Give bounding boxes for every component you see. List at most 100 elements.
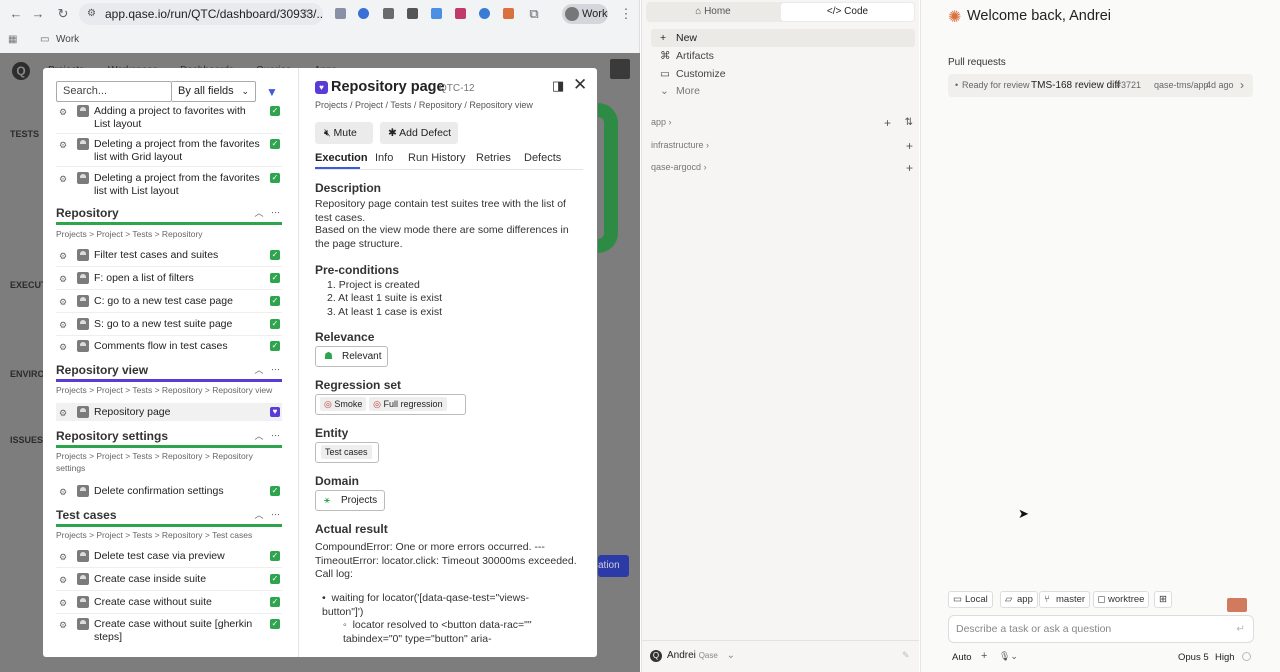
invalid-status-icon: ♥ <box>315 81 328 94</box>
extension-icon[interactable] <box>383 8 394 19</box>
microphone-icon[interactable]: 🎙︎⌄ <box>999 651 1018 662</box>
suite-header[interactable]: Repository settings ︿ ⋯ <box>56 429 282 443</box>
profile-button[interactable]: Work <box>562 4 608 24</box>
suite-header[interactable]: Repository view ︿ ⋯ <box>56 363 282 377</box>
model-selector[interactable]: Opus 5 <box>1178 652 1209 663</box>
tag-icon: ◎ <box>373 399 382 409</box>
tab-code[interactable]: </> Code <box>781 3 914 21</box>
extension-icon[interactable] <box>455 8 466 19</box>
sidebar-item-label: Artifacts <box>676 50 714 62</box>
case-title: Delete confirmation settings <box>94 485 224 497</box>
regression-chips: ◎ Smoke ◎ Full regression <box>315 394 466 415</box>
pill-label: Local <box>965 594 988 605</box>
back-icon[interactable]: ← <box>8 6 24 22</box>
extension-icon[interactable] <box>503 8 514 19</box>
mode-selector[interactable]: Auto <box>952 652 972 663</box>
tag-smoke[interactable]: ◎ Smoke <box>320 397 367 411</box>
env-folder-button[interactable]: ▱ app <box>1000 591 1038 608</box>
tab-run-history[interactable]: Run History <box>408 152 465 164</box>
avatar <box>77 138 89 150</box>
worktree-toggle[interactable]: worktree <box>1093 591 1150 608</box>
entity-chip[interactable]: Test cases <box>315 442 379 463</box>
checkbox[interactable] <box>1098 596 1105 603</box>
reload-icon[interactable]: ↻ <box>55 6 71 22</box>
apps-grid-icon[interactable]: ▦ <box>8 34 17 45</box>
extension-icon[interactable] <box>479 8 490 19</box>
list-item[interactable]: ⚙ Create case without suite [gherkin step… <box>56 618 282 644</box>
plus-icon[interactable]: + <box>884 116 891 130</box>
pull-request-row[interactable]: • Ready for review TMS-168 review diff #… <box>948 74 1253 97</box>
section-environments: ENVIRO <box>10 369 45 379</box>
search-input[interactable]: Search... <box>56 81 172 102</box>
add-folder-button[interactable]: ⊞ <box>1154 591 1172 608</box>
address-bar[interactable]: ⚙ app.qase.io/run/QTC/dashboard/30933/..… <box>79 3 323 25</box>
site-settings-icon[interactable]: ⚙ <box>87 3 96 25</box>
collapse-icon[interactable]: ︿ ⋯ <box>254 508 280 521</box>
filter-icon[interactable]: ▼ <box>266 85 278 99</box>
list-item[interactable]: ⚙ Deleting a project from the favorites l… <box>56 172 282 198</box>
list-item: 1. Project is created <box>327 279 420 291</box>
list-item-selected[interactable]: ⚙ Repository page ♥ <box>56 403 282 421</box>
avatar <box>77 618 89 630</box>
collapse-icon[interactable]: ︿ ⋯ <box>254 206 280 219</box>
mute-icon: 🔇︎ <box>324 127 331 139</box>
user-menu[interactable]: Q Andrei Qase ⌄ <box>650 648 850 664</box>
suite-progress-bar <box>56 379 282 382</box>
progress-ring <box>598 103 618 253</box>
send-icon[interactable]: ↵ <box>1236 616 1245 642</box>
chevron-right-icon: › <box>668 117 672 127</box>
sidebar-item-more[interactable]: ⌄ More <box>651 82 915 100</box>
tab-label: Code <box>844 6 869 17</box>
env-local-button[interactable]: ▭ Local <box>948 591 993 608</box>
prompt-input[interactable]: Describe a task or ask a question ↵ <box>948 615 1254 643</box>
feather-icon[interactable]: ✎ <box>902 650 910 661</box>
section-tests: TESTS <box>10 129 40 139</box>
list-item[interactable]: ⚙ Deleting a project from the favorites l… <box>56 138 282 164</box>
tab-info[interactable]: Info <box>375 152 393 164</box>
tab-home[interactable]: ⌂ Home <box>646 2 780 22</box>
tab-defects[interactable]: Defects <box>524 152 561 164</box>
suite-header[interactable]: Test cases ︿ ⋯ <box>56 508 282 522</box>
plus-icon[interactable]: + <box>906 139 913 153</box>
extension-icon[interactable] <box>431 8 442 19</box>
domain-chip[interactable]: ⚹ Projects <box>315 490 385 511</box>
menu-dots-icon[interactable]: ⋮ <box>618 6 634 22</box>
chip-label: Test cases <box>321 445 372 459</box>
plus-icon[interactable]: + <box>906 161 913 175</box>
chip-label: Projects <box>341 495 378 506</box>
expand-panel-icon[interactable]: ◨ <box>552 78 564 94</box>
branch-button[interactable]: ⑂ master <box>1039 591 1091 608</box>
close-icon[interactable]: ✕ <box>573 75 587 95</box>
suite-header[interactable]: Repository ︿ ⋯ <box>56 206 282 220</box>
repo-group-app[interactable]: app › + ⇅ <box>651 116 915 130</box>
extension-icon[interactable] <box>407 8 418 19</box>
case-title: Comments flow in test cases <box>94 340 228 352</box>
collapse-icon[interactable]: ︿ ⋯ <box>254 363 280 376</box>
tab-retries[interactable]: Retries <box>476 152 511 164</box>
forward-icon[interactable]: → <box>30 6 46 22</box>
avatar[interactable] <box>610 59 630 79</box>
bookmark-folder-work[interactable]: Work <box>56 34 79 45</box>
add-defect-button[interactable]: ✱ Add Defect <box>380 122 458 144</box>
repo-group-infrastructure[interactable]: infrastructure › + <box>651 139 915 153</box>
sidebar-item-customize[interactable]: ▭ Customize <box>651 65 915 83</box>
filter-sliders-icon[interactable]: ⇅ <box>905 117 913 128</box>
mute-button[interactable]: 🔇︎ Mute <box>315 122 373 144</box>
relevance-chip[interactable]: ☗ Relevant <box>315 346 388 367</box>
case-tree-panel: Search... By all fields ⌄ ▼ ⚙ Adding a pro… <box>43 68 299 657</box>
tab-execution[interactable]: Execution <box>315 152 368 164</box>
tag-full-regression[interactable]: ◎ Full regression <box>369 397 447 411</box>
sidebar-item-artifacts[interactable]: ⌘ Artifacts <box>651 47 915 65</box>
list-item[interactable]: ⚙ Adding a project to favorites with List… <box>56 105 282 131</box>
repo-group-qase-argocd[interactable]: qase-argocd › + <box>651 161 915 175</box>
effort-selector[interactable]: High <box>1215 652 1235 663</box>
bookmark-star-icon[interactable]: ☆ <box>298 6 314 22</box>
plus-icon[interactable]: + <box>981 650 987 662</box>
extension-icon[interactable] <box>335 8 346 19</box>
extension-icon[interactable] <box>358 8 369 19</box>
collapse-icon[interactable]: ︿ ⋯ <box>254 429 280 442</box>
org-name: Qase <box>698 651 718 660</box>
sidebar-item-new[interactable]: + New <box>651 29 915 47</box>
extensions-puzzle-icon[interactable]: ⧉ <box>526 6 542 22</box>
field-filter-select[interactable]: By all fields ⌄ <box>172 81 256 102</box>
